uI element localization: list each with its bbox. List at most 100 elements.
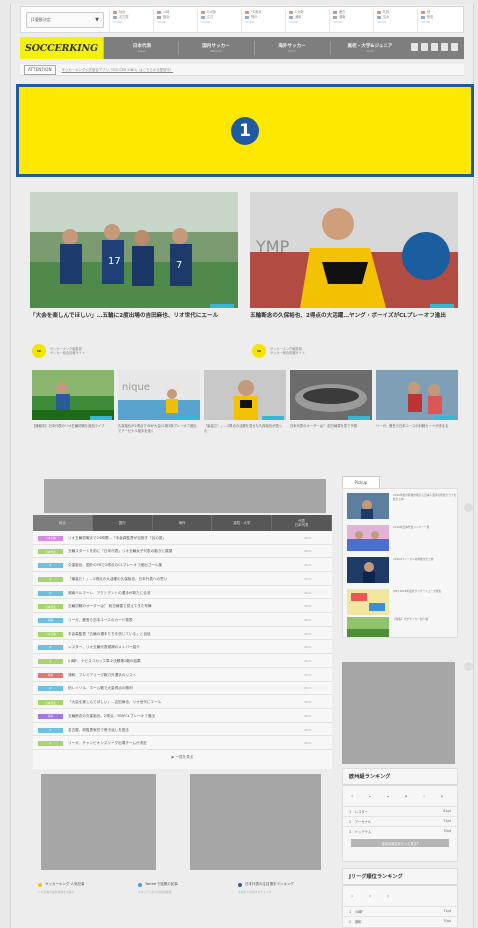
news-row[interactable]: J1 レスター、リオ五輪代表候補のメンバー紹介 08/04 — [33, 643, 332, 655]
news-title: 柏レイソル、ホーム戦で大量得点の勝利 — [68, 686, 133, 691]
news-date: 08/04 — [304, 714, 312, 718]
site-logo[interactable]: SOCCERKING — [20, 37, 104, 59]
ranking-row[interactable]: 3 トッテナム 70pt — [343, 826, 457, 836]
attention-link[interactable]: サッカーキング公式総合アプリ「SOCCER KING」はこちらから配信中！ — [62, 67, 174, 72]
bullet-icon — [38, 882, 42, 887]
news-row[interactable]: 日本代表 五輪初戦のオーダーは？ 前日練習で見えてきた布陣 08/04 — [33, 602, 332, 614]
league-select[interactable]: J1優勝決定 ▼ — [26, 12, 104, 28]
thumb-article[interactable]: 【速報中】日本代表のリオ五輪初戦を追加ライブ — [30, 366, 116, 452]
tab-overseas[interactable]: 海外 — [153, 515, 213, 531]
news-row[interactable]: 海外 五輪断念の久保裕也、2得点…YBがCLプレーオフ進出 08/04 — [33, 711, 332, 723]
news-date: 08/04 — [304, 564, 312, 568]
league-tab-germany[interactable]: ▬ — [363, 789, 377, 803]
bottom-feature[interactable]: 日本代表の注目選手ランキング 今週の人気選手をチェック — [238, 882, 338, 928]
tab-youth[interactable]: 高校・大学 — [212, 515, 273, 531]
bottom-feature[interactable]: Twitterで話題の記事 スタジアムからの最新投稿 — [138, 882, 234, 928]
tab-j3[interactable]: J3 — [381, 889, 395, 903]
twitter-icon[interactable] — [411, 43, 418, 51]
thumb-caption: リーガ、鹿島ら日本ユースの対戦カードが決まる — [376, 424, 449, 428]
ticker-match[interactable]: 鹿島 湘南 13:00 — [329, 10, 363, 32]
facebook-icon[interactable] — [421, 43, 428, 51]
ad-slot-highlight[interactable]: 1 — [16, 84, 474, 177]
thumb-article[interactable]: リーガ、鹿島ら日本ユースの対戦カードが決まる — [374, 366, 460, 452]
scroll-nub — [464, 503, 473, 512]
news-tag: 海外 — [38, 617, 63, 623]
news-row[interactable]: リオ五輪 リオ五輪初戦まで24時間…「手倉森監督が目指す「谷の夏」 08/04 — [33, 533, 332, 545]
ticker-match[interactable]: C大阪 浦和 13:00 — [285, 10, 319, 32]
news-title: 五輪断念の久保裕也、2得点…YBがCLプレーオフ進出 — [68, 713, 155, 718]
sidebar: Pickup 2016年夏の移籍市場から日本人選手の所属クラブを総まとめ 201… — [340, 476, 458, 928]
rank-pts: 81pt — [443, 809, 451, 813]
youtube-icon[interactable] — [431, 43, 438, 51]
feature-title: サッカーキング 人気記事 — [45, 882, 85, 886]
news-row[interactable]: 海外 浦和、プレミアリーグ戦力外選手のリスト 08/04 — [33, 670, 332, 682]
ticker-match[interactable]: 柏 磐田 13:00 — [417, 10, 451, 32]
pickup-item[interactable]: 2016/17シーズン海外組全まとめ — [347, 557, 457, 587]
news-row[interactable]: 日本代表 「大会を楽しんでほしい」…吉田麻也、リオ世代にエール 08/04 — [33, 697, 332, 709]
ad-banner[interactable] — [190, 774, 321, 870]
hero-image: YMP — [250, 192, 458, 308]
league-tab-other[interactable]: ● — [435, 789, 449, 803]
thumb-article[interactable]: nique 久保裕也が2得点でYBが大会CL第3節プレーオフ進出でアーセナル相手… — [116, 366, 202, 452]
pickup-item[interactable]: 2016年日本代表メンバー一覧 — [347, 525, 457, 555]
pickup-text: 2016/17シーズン海外組全まとめ — [393, 557, 434, 561]
news-title: リーガ、鹿島ら日本ユースのカード発表 — [68, 617, 133, 622]
bottom-feature[interactable]: サッカーキング 人気記事 リオ五輪の最新情報をお届け — [38, 882, 134, 928]
pickup-item[interactable]: [PR] 2016年最新サッカーシューズ特集 — [347, 589, 457, 619]
news-tag: J2 — [38, 686, 63, 692]
news-tag: J1 — [38, 741, 63, 747]
ticker-match[interactable]: 札幌 清水 13:00 — [373, 10, 407, 32]
news-row[interactable]: J1 「最高だ！」…2得点の大活躍の久保裕也、日本代表への思い 08/04 — [33, 574, 332, 586]
ranking-tabs: ✚ ▬ ▬ ▮▮ ◎ ● — [343, 786, 457, 806]
tab-j2[interactable]: J2 — [363, 889, 377, 903]
instagram-icon[interactable] — [441, 43, 448, 51]
ranking-row[interactable]: 2 アーセナル 71pt — [343, 816, 457, 826]
news-row[interactable]: J2 柏レイソル、ホーム戦で大量得点の勝利 08/04 — [33, 684, 332, 696]
league-tab-italy[interactable]: ▮▮ — [399, 789, 413, 803]
league-tab-england[interactable]: ✚ — [345, 789, 359, 803]
news-row[interactable]: J2 湘南ベルマーレ、アクシデントの選手が新たに合流 08/04 — [33, 588, 332, 600]
pickup-item[interactable]: 【特集】大学サッカー新人戦 — [347, 617, 457, 639]
ad-banner[interactable] — [44, 479, 326, 513]
hero-article[interactable]: 17 7 「大会を楽しんでほしい」…五輪に2度出場の吉田麻也、リオ世代にエール — [30, 188, 238, 324]
tab-j1[interactable]: J1 — [345, 889, 359, 903]
nav-item-world[interactable]: 海外サッカー World — [256, 37, 328, 59]
league-tab-france[interactable]: ◎ — [417, 789, 431, 803]
news-row[interactable]: 海外 リーガ、鹿島ら日本ユースのカード発表 08/04 — [33, 615, 332, 627]
news-row[interactable]: J1 久保裕也、国外のYBで2得点のCLプレーオフ進出ゴール集 08/04 — [33, 560, 332, 572]
ranking-row[interactable]: 1 レスター 81pt — [343, 806, 457, 816]
news-row[interactable]: J1 名古屋、新監督就任で巻き返しを図る 08/04 — [33, 725, 332, 737]
ticker-match[interactable]: 川崎 横浜 13:00 — [153, 10, 187, 32]
nav-label: 海外サッカー — [278, 43, 306, 49]
ticker-match[interactable]: FC東京 神戸 13:00 — [241, 10, 275, 32]
rss-icon[interactable] — [451, 43, 458, 51]
ticker-match[interactable]: 仙台 名古屋 13:00 — [109, 10, 143, 32]
nav-item-youth[interactable]: 高校・大学&ジュニア Youth — [332, 37, 408, 59]
nav-item-national[interactable]: 国内サッカー National — [180, 37, 252, 59]
hero-article[interactable]: YMP 五輪断念の久保裕也、2得点の大活躍…ヤング・ボーイズがCLプレーオフ進出 — [250, 188, 458, 324]
hero-image: 17 7 — [30, 192, 238, 308]
tab-domestic[interactable]: 国内 — [93, 515, 153, 531]
ad-banner[interactable] — [41, 774, 156, 870]
news-tag: 日本代表 — [38, 549, 63, 555]
ticker-match[interactable]: G大阪 広島 13:00 — [197, 10, 231, 32]
thumb-article[interactable]: 日本代表のオーダーは？ 前日練習を見て予想 — [288, 366, 374, 452]
pickup-tab[interactable]: Pickup — [342, 476, 380, 488]
thumb-article[interactable]: 「最高だ！」…2得点の活躍を見せた久保裕也が語った — [202, 366, 288, 452]
tab-national[interactable]: 代表 日本代表 — [272, 515, 332, 531]
news-more-link[interactable]: ▶ 一覧を見る — [33, 755, 332, 760]
ranking-row[interactable]: 1 川崎F 71pt — [343, 906, 457, 916]
news-row[interactable]: 日本代表 五輪スタートを前に「日本代表」リオ五輪女子代表の動きと展望 08/04 — [33, 547, 332, 559]
news-row[interactable]: J1 川崎F、ナビスコカップ準々決勝第2戦の結果 08/04 — [33, 656, 332, 668]
tab-general[interactable]: 総合 — [33, 515, 93, 531]
pickup-text: 2016年夏の移籍市場から日本人選手の所属クラブを総まとめ — [393, 493, 457, 501]
ranking-row[interactable]: 2 浦和 70pt — [343, 916, 457, 926]
svg-text:YMP: YMP — [255, 237, 290, 256]
ranking-more-button[interactable]: 全試合順位をもっと見る ▾ — [351, 839, 449, 847]
news-row[interactable]: J1 リーガ、チャンピオンズリーグ出場チームが決定 08/04 — [33, 739, 332, 751]
news-row[interactable]: リオ五輪 手倉森監督「五輪の選手たちを信じている」と自信 08/04 — [33, 629, 332, 641]
league-tab-spain[interactable]: ▬ — [381, 789, 395, 803]
author-avatar: SK — [32, 344, 46, 358]
pickup-item[interactable]: 2016年夏の移籍市場から日本人選手の所属クラブを総まとめ — [347, 493, 457, 523]
nav-item-japan[interactable]: 日本代表 Japan — [108, 37, 176, 59]
